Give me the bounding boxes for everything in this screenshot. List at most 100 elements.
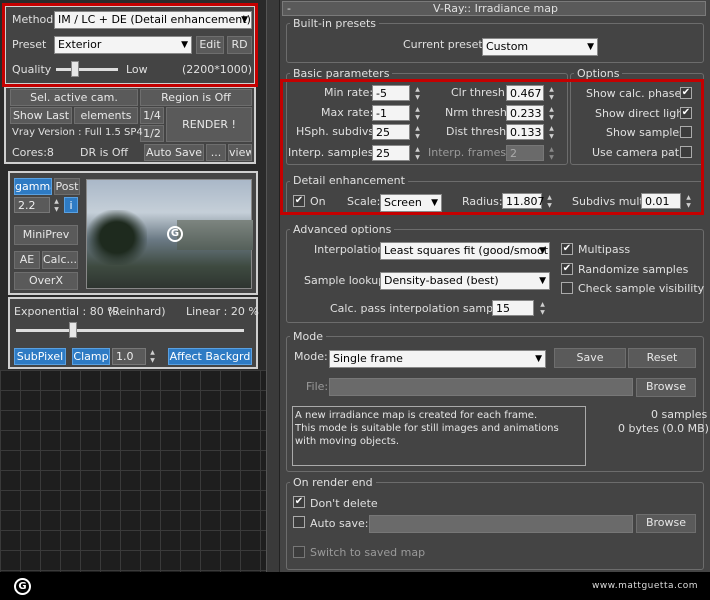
render-button[interactable]: RENDER ! bbox=[166, 107, 252, 142]
clamp-button[interactable]: Clamp bbox=[72, 348, 110, 365]
detail-on-checkbox[interactable]: ✔ bbox=[293, 195, 305, 207]
current-preset-dropdown[interactable]: Custom ▼ bbox=[482, 38, 598, 56]
max-rate-label: Max rate: bbox=[321, 106, 374, 119]
ae-button[interactable]: AE bbox=[14, 251, 40, 269]
chevron-down-icon: ▼ bbox=[181, 40, 188, 50]
interp-samples-field[interactable]: 25 bbox=[372, 145, 410, 161]
interpolation-dropdown[interactable]: Least squares fit (good/smooth ▼ bbox=[380, 242, 550, 260]
on-render-end-title: On render end bbox=[290, 476, 376, 489]
multipass-checkbox[interactable]: ✔ bbox=[561, 243, 573, 255]
elements-button[interactable]: elements bbox=[74, 107, 138, 124]
gamma-spinner[interactable]: ▲ ▼ bbox=[52, 198, 61, 214]
panel-divider bbox=[266, 0, 280, 572]
tone-mapping-panel: Exponential : 80 % (Reinhard) Linear : 2… bbox=[8, 297, 259, 369]
rd-button[interactable]: RD bbox=[227, 36, 252, 54]
exposure-slider-track[interactable] bbox=[16, 329, 244, 332]
interp-samples-spinner[interactable]: ▲ ▼ bbox=[413, 146, 422, 162]
clamp-value-field[interactable]: 1.0 bbox=[112, 348, 146, 365]
interp-frames-field[interactable]: 2 bbox=[506, 145, 544, 161]
preset-dropdown[interactable]: Exterior ▼ bbox=[54, 36, 192, 54]
affect-background-button[interactable]: Affect Backgrd bbox=[168, 348, 252, 365]
render-control-panel: Sel. active cam. Region is Off Show Last… bbox=[4, 86, 256, 164]
left-toolbar-panel: Method IM / LC + DE (Detail enhancement)… bbox=[0, 0, 270, 572]
use-camera-path-checkbox[interactable] bbox=[680, 146, 692, 158]
show-last-button[interactable]: Show Last bbox=[10, 107, 72, 124]
gamma-button[interactable]: gamma bbox=[14, 178, 52, 195]
collapse-icon[interactable]: - bbox=[287, 2, 291, 15]
auto-save-checkbox[interactable] bbox=[293, 516, 305, 528]
max-rate-spinner[interactable]: ▲ ▼ bbox=[413, 106, 422, 122]
file-path-field[interactable] bbox=[329, 378, 633, 396]
max-rate-field[interactable]: -1 bbox=[372, 105, 410, 121]
calc-pass-field[interactable]: 15 bbox=[492, 300, 534, 316]
browse-button[interactable]: Browse bbox=[636, 378, 696, 397]
calc-pass-spinner[interactable]: ▲ ▼ bbox=[538, 301, 547, 317]
clamp-spinner[interactable]: ▲ ▼ bbox=[148, 349, 157, 365]
subdivs-mult-field[interactable]: 0.01 bbox=[641, 193, 681, 209]
dist-thresh-spinner[interactable]: ▲ ▼ bbox=[547, 125, 556, 141]
info-button[interactable]: i bbox=[64, 197, 78, 213]
radius-spinner[interactable]: ▲ ▼ bbox=[545, 194, 554, 210]
quality-label: Quality bbox=[12, 63, 52, 76]
overx-button[interactable]: OverX bbox=[14, 272, 78, 290]
auto-save-path-field[interactable] bbox=[369, 515, 633, 533]
footer-bar: G www.mattguetta.com bbox=[0, 572, 710, 600]
cores-label: Cores:8 bbox=[12, 146, 54, 159]
nrm-thresh-spinner[interactable]: ▲ ▼ bbox=[547, 106, 556, 122]
half-resolution-button[interactable]: 1/2 bbox=[140, 125, 164, 142]
calc-pass-label: Calc. pass interpolation samples: bbox=[330, 302, 513, 315]
show-samples-checkbox[interactable] bbox=[680, 126, 692, 138]
method-dropdown[interactable]: IM / LC + DE (Detail enhancement) ▼ bbox=[54, 11, 252, 29]
hsph-subdivs-spinner[interactable]: ▲ ▼ bbox=[413, 125, 422, 141]
detail-enhancement-title: Detail enhancement bbox=[290, 174, 408, 187]
rollout-title: V-Ray:: Irradiance map bbox=[433, 2, 558, 15]
switch-saved-map-checkbox[interactable] bbox=[293, 546, 305, 558]
gamma-value-field[interactable]: 2.2 bbox=[14, 197, 50, 213]
region-button[interactable]: Region is Off bbox=[140, 89, 252, 106]
browse-dots-button[interactable]: ... bbox=[206, 144, 226, 161]
auto-save-button[interactable]: Auto Save bbox=[144, 144, 204, 161]
nrm-thresh-field[interactable]: 0.233 bbox=[506, 105, 544, 121]
subpixel-button[interactable]: SubPixel bbox=[14, 348, 66, 365]
scale-dropdown[interactable]: Screen ▼ bbox=[380, 194, 442, 212]
clr-thresh-field[interactable]: 0.467 bbox=[506, 85, 544, 101]
mode-dropdown[interactable]: Single frame ▼ bbox=[329, 350, 546, 368]
min-rate-spinner[interactable]: ▲ ▼ bbox=[413, 86, 422, 102]
check-visibility-checkbox[interactable] bbox=[561, 282, 573, 294]
hsph-subdivs-field[interactable]: 25 bbox=[372, 124, 410, 140]
show-calc-phase-checkbox[interactable]: ✔ bbox=[680, 87, 692, 99]
miniprev-button[interactable]: MiniPrev bbox=[14, 225, 78, 245]
select-active-camera-button[interactable]: Sel. active cam. bbox=[10, 89, 138, 106]
clr-thresh-spinner[interactable]: ▲ ▼ bbox=[547, 86, 556, 102]
interp-frames-spinner[interactable]: ▲ ▼ bbox=[547, 146, 556, 162]
dist-thresh-field[interactable]: 0.133 bbox=[506, 124, 544, 140]
save-button[interactable]: Save bbox=[554, 348, 626, 368]
show-direct-light-checkbox[interactable]: ✔ bbox=[680, 107, 692, 119]
subdivs-mult-spinner[interactable]: ▲ ▼ bbox=[684, 194, 693, 210]
options-title: Options bbox=[574, 67, 623, 80]
check-visibility-label: Check sample visibility bbox=[578, 282, 705, 295]
randomize-samples-checkbox[interactable]: ✔ bbox=[561, 263, 573, 275]
show-samples-label: Show samples bbox=[606, 126, 685, 139]
quality-slider-thumb[interactable] bbox=[70, 61, 79, 77]
dont-delete-checkbox[interactable]: ✔ bbox=[293, 496, 305, 508]
quality-slider-track[interactable] bbox=[56, 68, 118, 71]
sample-lookup-dropdown[interactable]: Density-based (best) ▼ bbox=[380, 272, 550, 290]
calc-button[interactable]: Calc... bbox=[42, 251, 78, 269]
view-button[interactable]: view bbox=[228, 144, 252, 161]
show-calc-phase-label: Show calc. phase bbox=[586, 87, 682, 100]
auto-save-label: Auto save: bbox=[310, 517, 369, 530]
auto-save-browse-button[interactable]: Browse bbox=[636, 514, 696, 533]
reset-button[interactable]: Reset bbox=[628, 348, 696, 368]
edit-button[interactable]: Edit bbox=[196, 36, 224, 54]
exposure-slider-thumb[interactable] bbox=[69, 322, 77, 338]
min-rate-field[interactable]: -5 bbox=[372, 85, 410, 101]
chevron-down-icon: ▼ bbox=[535, 354, 542, 364]
radius-field[interactable]: 11.807 bbox=[502, 193, 545, 209]
nrm-thresh-label: Nrm thresh: bbox=[445, 106, 511, 119]
rollout-title-bar[interactable]: - V-Ray:: Irradiance map bbox=[282, 1, 706, 16]
watermark-logo-icon: G bbox=[167, 226, 183, 242]
post-button[interactable]: Post bbox=[54, 178, 80, 195]
subdivs-mult-label: Subdivs mult. bbox=[572, 195, 648, 208]
quarter-resolution-button[interactable]: 1/4 bbox=[140, 107, 164, 124]
